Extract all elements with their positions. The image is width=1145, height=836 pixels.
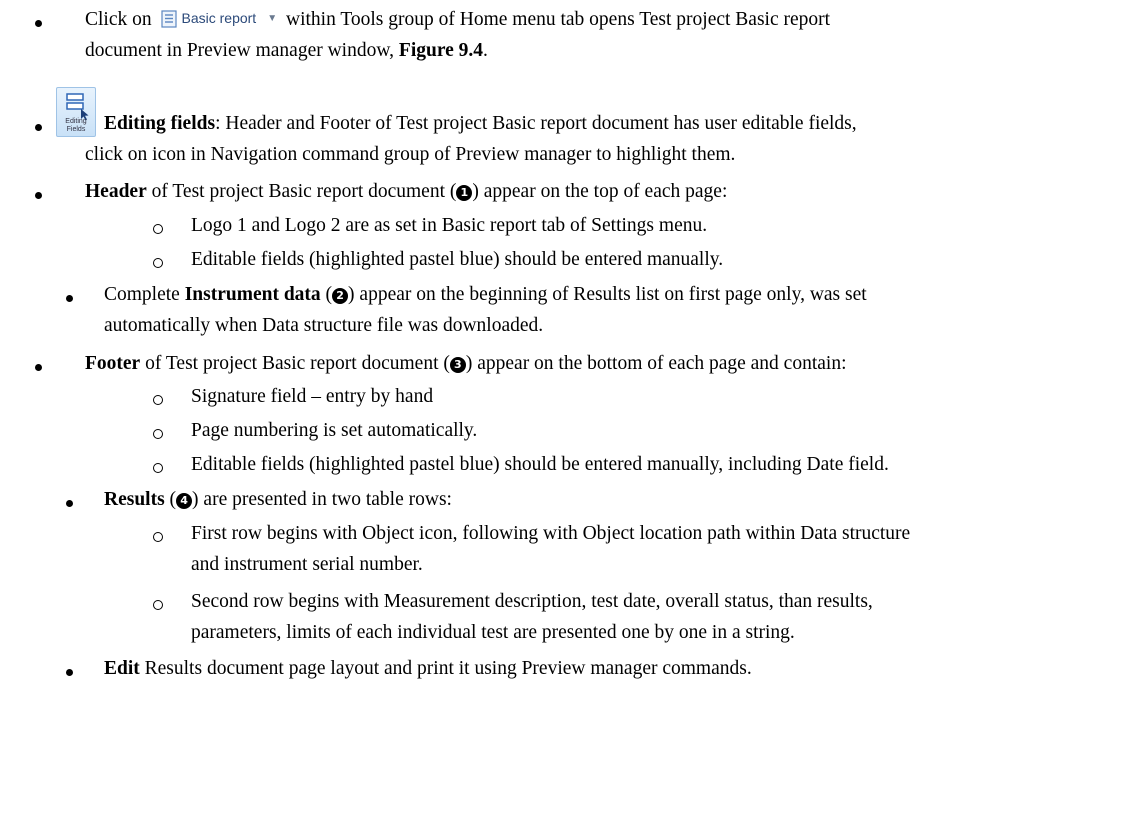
figure-ref: Figure 9.4: [398, 40, 484, 61]
bullet: [66, 669, 73, 676]
paragraph-line: document in Preview manager window, Figu…: [85, 40, 488, 61]
basic-report-button[interactable]: Basic report ▼: [156, 8, 282, 30]
sub-bullet: [153, 224, 163, 234]
sub-bullet: [153, 600, 163, 610]
paragraph-line: Editing fields: Header and Footer of Tes…: [104, 113, 857, 134]
sub-item: Editable fields (highlighted pastel blue…: [191, 249, 724, 270]
bullet: [66, 500, 73, 507]
sub-item: First row begins with Object icon, follo…: [191, 523, 911, 544]
icon-caption: Editing Fields: [65, 118, 87, 133]
callout-number: 3: [449, 357, 466, 373]
editing-fields-icon[interactable]: Editing Fields: [56, 87, 96, 137]
sub-item: Logo 1 and Logo 2 are as set in Basic re…: [191, 215, 708, 236]
sub-item: parameters, limits of each individual te…: [191, 622, 795, 643]
paragraph-line: Footer of Test project Basic report docu…: [85, 353, 847, 374]
bullet: [66, 295, 73, 302]
sub-item: Page numbering is set automatically.: [191, 420, 478, 441]
sub-item: Second row begins with Measurement descr…: [191, 591, 873, 612]
sub-item: Editable fields (highlighted pastel blue…: [191, 454, 889, 475]
bullet: [35, 20, 42, 27]
editing-fields-glyph: [66, 93, 89, 121]
paragraph-line: click on icon in Navigation command grou…: [85, 144, 736, 165]
sub-item: Signature field – entry by hand: [191, 386, 434, 407]
sub-bullet: [153, 429, 163, 439]
callout-number: 2: [332, 288, 349, 304]
paragraph-line: automatically when Data structure file w…: [104, 315, 544, 336]
sub-bullet: [153, 395, 163, 405]
sub-bullet: [153, 258, 163, 268]
basic-report-label: Basic report: [181, 10, 257, 27]
sub-item: and instrument serial number.: [191, 554, 423, 575]
bullet: [35, 124, 42, 131]
bullet: [35, 364, 42, 371]
sub-bullet: [153, 532, 163, 542]
report-icon: [160, 10, 177, 28]
paragraph-line: Edit Results document page layout and pr…: [104, 658, 752, 679]
paragraph-line: Header of Test project Basic report docu…: [85, 181, 728, 202]
paragraph-line: Complete Instrument data (2) appear on t…: [104, 284, 867, 305]
bullet: [35, 192, 42, 199]
chevron-down-icon: ▼: [267, 13, 278, 24]
sub-bullet: [153, 463, 163, 473]
callout-number: 4: [176, 493, 193, 509]
paragraph-line: Results (4) are presented in two table r…: [104, 489, 452, 510]
callout-number: 1: [456, 185, 473, 201]
paragraph-line: Click on Basic report ▼ within Tools gro…: [85, 8, 831, 30]
